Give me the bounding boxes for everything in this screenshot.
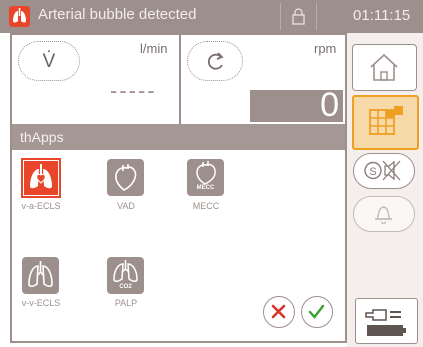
confirm-check-icon — [308, 304, 325, 319]
speed-value: 0 — [320, 86, 339, 124]
flow-value: ----- — [110, 78, 157, 103]
clock: 01:11:15 — [353, 7, 411, 24]
app-label: MECC — [192, 201, 220, 211]
app-label: VAD — [117, 201, 135, 211]
status-divider — [280, 3, 281, 30]
app-badge: CO2 — [119, 284, 132, 290]
status-divider — [316, 3, 317, 30]
home-button[interactable] — [352, 44, 417, 91]
app-mecc[interactable]: MECC MECC — [186, 158, 226, 216]
flow-unit: l/min — [140, 41, 168, 56]
app-vad[interactable]: VAD — [106, 158, 146, 216]
lock-icon[interactable] — [291, 8, 306, 25]
cancel-x-icon — [271, 304, 286, 319]
panel-divider — [179, 35, 181, 124]
app-label: v-v-ECLS — [21, 298, 61, 308]
bell-icon — [375, 206, 392, 225]
speed-button[interactable] — [187, 41, 243, 81]
lungs-heart-icon — [24, 161, 58, 195]
mute-badge: S — [369, 166, 376, 178]
app-label: PALP — [114, 298, 138, 308]
cancel-button[interactable] — [263, 296, 295, 328]
mute-button[interactable]: S — [353, 153, 415, 189]
app-v-a-ecls[interactable]: v-a-ECLS — [21, 158, 61, 216]
heart-icon — [107, 159, 144, 196]
flow-button[interactable]: V̇ — [18, 41, 80, 81]
alarm-lungs-icon[interactable] — [9, 6, 30, 27]
app-label: v-a-ECLS — [21, 201, 61, 211]
app-palp[interactable]: CO2 PALP — [106, 256, 146, 314]
speed-unit: rpm — [314, 41, 337, 56]
confirm-button[interactable] — [301, 296, 333, 328]
lungs-icon — [22, 257, 59, 294]
app-v-v-ecls[interactable]: v-v-ECLS — [21, 256, 61, 314]
battery-button[interactable] — [355, 298, 418, 344]
apps-title: thApps — [20, 129, 64, 145]
home-icon — [370, 53, 398, 81]
mute-icon: S — [364, 160, 401, 181]
rotate-icon — [207, 52, 224, 70]
grid-icon — [369, 106, 403, 135]
app-badge: MECC — [196, 185, 215, 191]
apps-grid-button[interactable] — [352, 95, 419, 150]
battery-icon — [365, 309, 406, 336]
status-message: Arterial bubble detected — [38, 6, 197, 23]
alarm-bell-button[interactable] — [353, 196, 415, 232]
